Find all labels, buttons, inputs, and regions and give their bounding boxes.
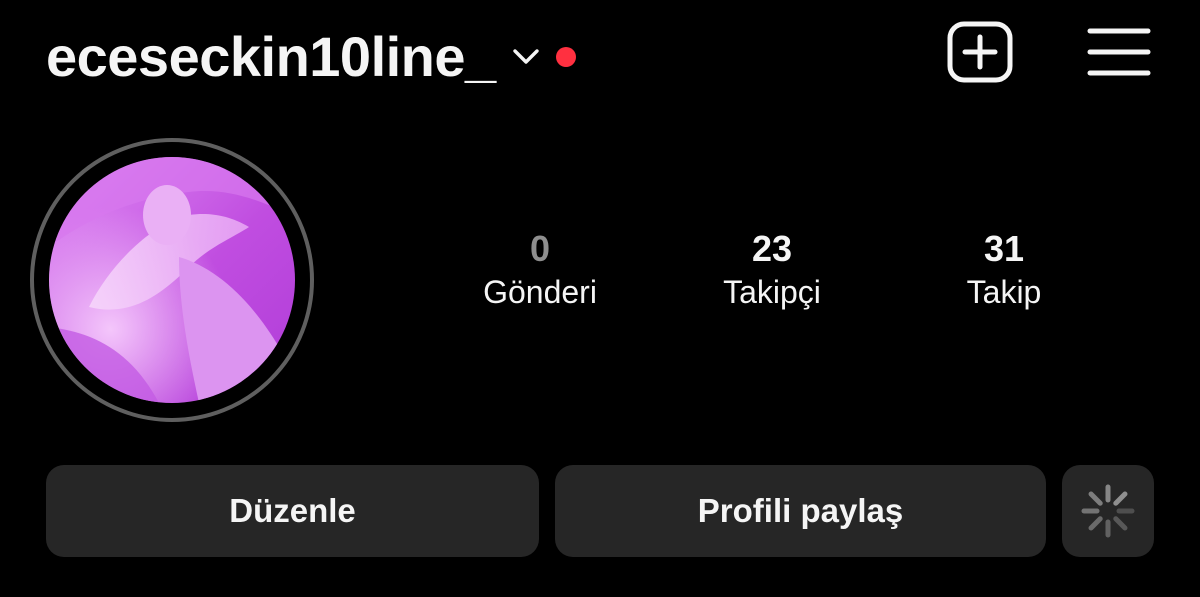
profile-photo bbox=[49, 157, 295, 403]
username[interactable]: eceseckin10line_ bbox=[46, 29, 496, 85]
account-switcher[interactable]: eceseckin10line_ bbox=[46, 22, 576, 92]
loading-spinner-icon bbox=[1081, 484, 1135, 538]
spinner-spoke bbox=[1088, 491, 1103, 506]
hamburger-menu-icon bbox=[1087, 28, 1151, 76]
share-profile-button[interactable]: Profili paylaş bbox=[555, 465, 1046, 557]
new-post-button[interactable] bbox=[946, 20, 1014, 84]
followers-value: 23 bbox=[751, 228, 793, 269]
profile-header: eceseckin10line_ bbox=[0, 0, 1200, 110]
discover-people-button[interactable] bbox=[1062, 465, 1154, 557]
posts-count[interactable]: 0 Gönderi bbox=[440, 228, 640, 312]
spinner-spoke bbox=[1088, 516, 1103, 531]
following-value: 31 bbox=[983, 228, 1025, 269]
menu-button[interactable] bbox=[1086, 22, 1152, 82]
chevron-down-icon[interactable] bbox=[510, 41, 542, 73]
followers-count[interactable]: 23 Takipçi bbox=[672, 228, 872, 312]
followers-label: Takipçi bbox=[723, 274, 821, 310]
posts-label: Gönderi bbox=[483, 274, 597, 310]
spinner-spoke bbox=[1113, 516, 1128, 531]
edit-profile-button[interactable]: Düzenle bbox=[46, 465, 539, 557]
avatar-ring[interactable] bbox=[30, 138, 314, 422]
spinner-spoke bbox=[1113, 491, 1128, 506]
notification-dot bbox=[555, 47, 576, 67]
following-label: Takip bbox=[966, 274, 1042, 310]
following-count[interactable]: 31 Takip bbox=[904, 228, 1104, 312]
avatar[interactable] bbox=[49, 157, 295, 403]
posts-value: 0 bbox=[529, 228, 551, 269]
plus-square-icon bbox=[947, 21, 1013, 83]
